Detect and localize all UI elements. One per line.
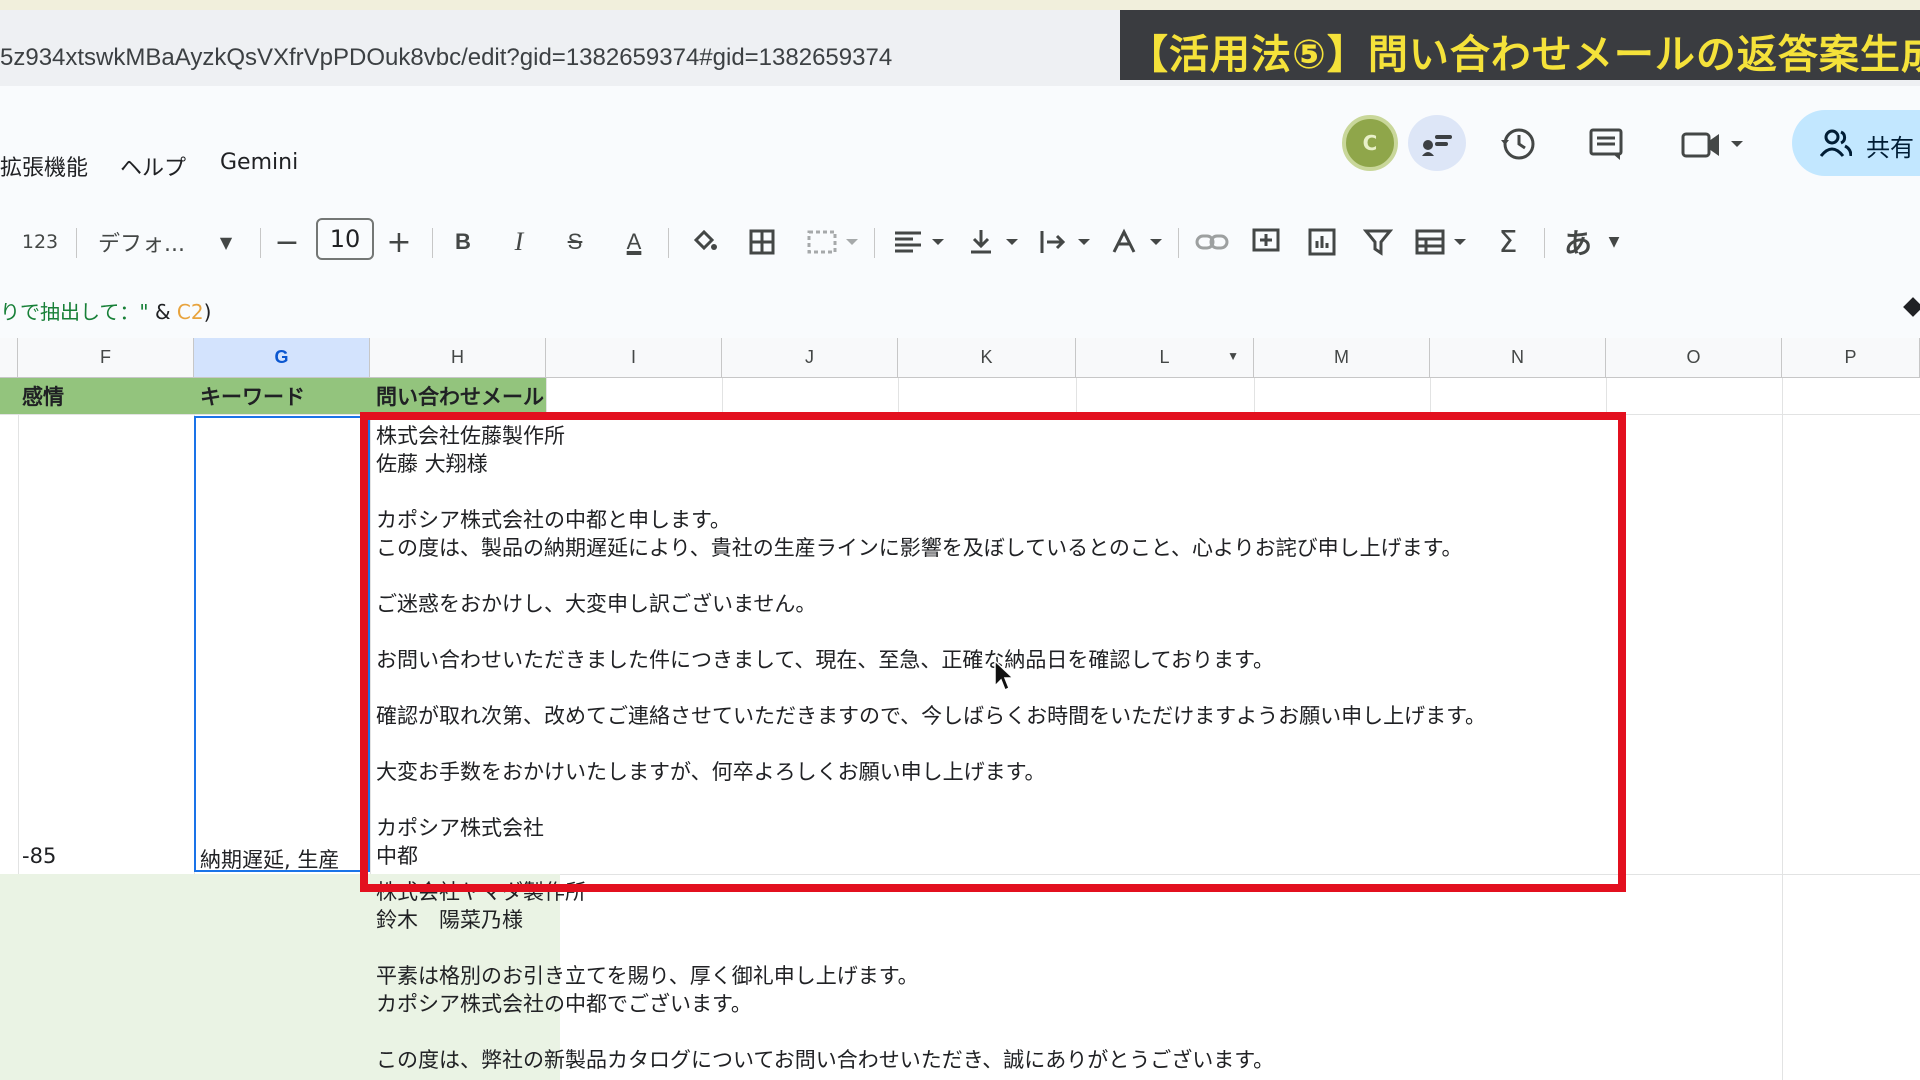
top-strip	[0, 0, 1920, 10]
formula-operator: &	[148, 300, 177, 324]
column-header-g[interactable]: G	[194, 338, 370, 378]
insert-comment-icon[interactable]	[1248, 222, 1284, 262]
toolbar-divider	[1178, 228, 1179, 258]
toolbar-divider	[1544, 228, 1545, 258]
increase-font-size-button[interactable]: +	[382, 222, 416, 262]
italic-button[interactable]: I	[504, 222, 534, 262]
caption-banner: 【活用法⑤】問い合わせメールの返答案生成	[1120, 10, 1920, 80]
text-color-button[interactable]: A	[614, 222, 654, 262]
column-header-k[interactable]: K	[898, 338, 1076, 378]
functions-icon[interactable]: Σ	[1490, 222, 1526, 262]
fill-color-icon[interactable]	[688, 222, 720, 262]
share-label: 共有	[1866, 134, 1914, 162]
column-l-label: L	[1159, 347, 1170, 367]
avatar-initial: C	[1362, 131, 1378, 155]
grid-line	[1430, 378, 1431, 414]
highlight-frame	[360, 412, 1626, 892]
column-header-l[interactable]: L ▼	[1076, 338, 1254, 378]
text-rotation-icon[interactable]	[1108, 222, 1168, 262]
column-header-f[interactable]: F	[18, 338, 194, 378]
sheet-grid[interactable]: F G H I J K L ▼ M N O P 感情 キーワード 問い合わせメー…	[0, 338, 1920, 1080]
grid-line	[1076, 378, 1077, 414]
collaborator-avatar[interactable]: C	[1342, 115, 1398, 171]
grid-line	[722, 378, 723, 414]
grid-line	[1254, 378, 1255, 414]
text-wrapping-icon[interactable]	[1036, 222, 1096, 262]
filter-views-icon[interactable]	[1412, 222, 1472, 262]
column-header-o[interactable]: O	[1606, 338, 1782, 378]
formula-bar[interactable]: りで抽出して：" & C2)	[0, 296, 211, 325]
number-format-button[interactable]: 123	[20, 222, 60, 262]
menu-help[interactable]: ヘルプ	[120, 150, 186, 182]
column-header-i[interactable]: I	[546, 338, 722, 378]
caption-text: 【活用法⑤】問い合わせメールの返答案生成	[1128, 32, 1920, 78]
header-cell-keyword[interactable]: キーワード	[194, 378, 370, 414]
toolbar-divider	[76, 228, 77, 258]
version-history-icon[interactable]	[1496, 122, 1540, 166]
strikethrough-button[interactable]: S	[560, 222, 590, 262]
formula-string-part: りで抽出して："	[0, 300, 149, 324]
sentiment-score-cell[interactable]: -85	[22, 844, 56, 868]
horizontal-align-icon[interactable]	[890, 222, 950, 262]
insert-chart-icon[interactable]	[1304, 222, 1340, 262]
column-header-n[interactable]: N	[1430, 338, 1606, 378]
grid-line	[546, 378, 547, 414]
chevron-down-icon[interactable]: ▼	[1602, 222, 1626, 262]
chevron-down-icon[interactable]: ▼	[212, 222, 240, 262]
mouse-cursor-icon	[994, 660, 1015, 692]
selected-cell-g2[interactable]	[194, 416, 370, 872]
toolbar: 123 デフォ... ▼ − + B I S A Σ あ ▼	[0, 212, 1920, 272]
toolbar-divider	[874, 228, 875, 258]
url-text[interactable]: 5z934xtswkMBaAyzkQsVXfrVpPDOuk8vbc/edit?…	[0, 44, 892, 72]
toolbar-divider	[668, 228, 669, 258]
insert-link-icon[interactable]	[1192, 222, 1232, 262]
gemini-chat-icon[interactable]	[1408, 115, 1466, 171]
toolbar-divider	[432, 228, 433, 258]
menu-gemini[interactable]: Gemini	[220, 150, 298, 175]
bold-button[interactable]: B	[448, 222, 478, 262]
column-header-j[interactable]: J	[722, 338, 898, 378]
header-cell-sentiment[interactable]: 感情	[0, 378, 194, 414]
grid-line	[898, 378, 899, 414]
header-cell-inquiry-email[interactable]: 問い合わせメール	[370, 378, 546, 414]
borders-icon[interactable]	[746, 222, 778, 262]
column-filter-chevron-icon[interactable]: ▼	[1227, 349, 1239, 363]
comments-icon[interactable]	[1584, 122, 1628, 166]
grid-line	[1782, 378, 1783, 1080]
decrease-font-size-button[interactable]: −	[270, 222, 304, 262]
grid-line	[1606, 378, 1607, 414]
input-mode-button[interactable]: あ	[1558, 222, 1598, 262]
keyword-cell[interactable]: 納期遅延, 生産	[200, 844, 368, 874]
share-button[interactable]: 共有	[1792, 110, 1920, 176]
email-reply-cell-row2[interactable]: 株式会社ヤマダ製作所 鈴木 陽菜乃様 平素は格別のお引き立てを賜り、厚く御礼申し…	[376, 878, 1274, 1080]
vertical-align-icon[interactable]	[964, 222, 1024, 262]
formula-cell-ref: C2	[176, 300, 204, 324]
font-family-select[interactable]: デフォ...	[98, 222, 198, 262]
formula-close: )	[203, 300, 212, 324]
column-header-m[interactable]: M	[1254, 338, 1430, 378]
filter-icon[interactable]	[1360, 222, 1396, 262]
meet-camera-icon[interactable]	[1676, 122, 1746, 166]
column-header-h[interactable]: H	[370, 338, 546, 378]
sparkle-icon[interactable]	[1903, 297, 1920, 317]
menu-extensions[interactable]: 拡張機能	[0, 150, 88, 182]
row-header-corner	[0, 338, 18, 378]
column-header-p[interactable]: P	[1782, 338, 1920, 378]
merge-cells-icon[interactable]	[804, 222, 864, 262]
toolbar-divider	[260, 228, 261, 258]
font-size-input[interactable]: 10	[316, 218, 374, 260]
